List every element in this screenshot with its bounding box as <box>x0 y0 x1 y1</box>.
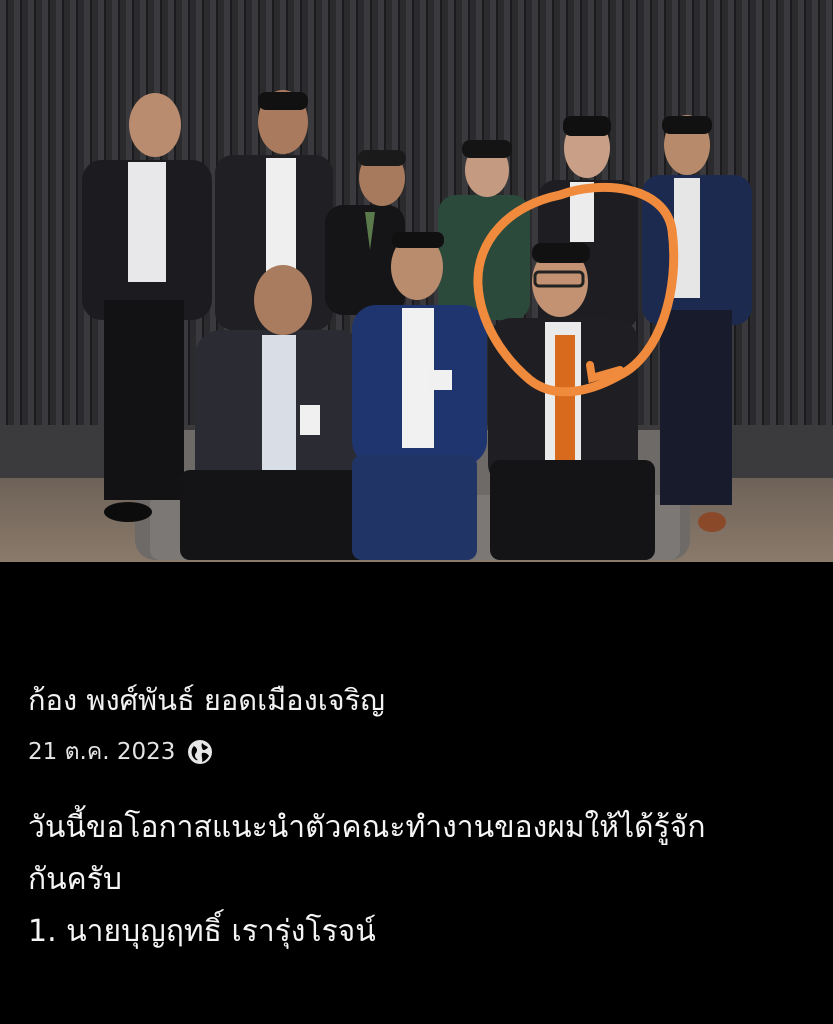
post-date[interactable]: 21 ต.ค. 2023 <box>28 734 175 770</box>
post-text: วันนี้ขอโอกาสแนะนำตัวคณะทำงานของผมให้ได้… <box>28 802 818 958</box>
post-text-line: วันนี้ขอโอกาสแนะนำตัวคณะทำงานของผมให้ได้… <box>28 810 706 845</box>
group-photo-image <box>0 0 833 562</box>
post-text-line: กันครับ <box>28 862 122 897</box>
post-content: ก้อง พงศ์พันธ์ ยอดเมืองเจริญ 21 ต.ค. 202… <box>0 562 833 1024</box>
globe-icon[interactable] <box>187 739 213 765</box>
post-text-line: 1. นายบุญฤทธิ์ เรารุ่งโรจน์ <box>28 914 376 949</box>
post-photo[interactable] <box>0 0 833 562</box>
author-name[interactable]: ก้อง พงศ์พันธ์ ยอดเมืองเจริญ <box>28 680 385 720</box>
post-meta: 21 ต.ค. 2023 <box>28 734 213 770</box>
